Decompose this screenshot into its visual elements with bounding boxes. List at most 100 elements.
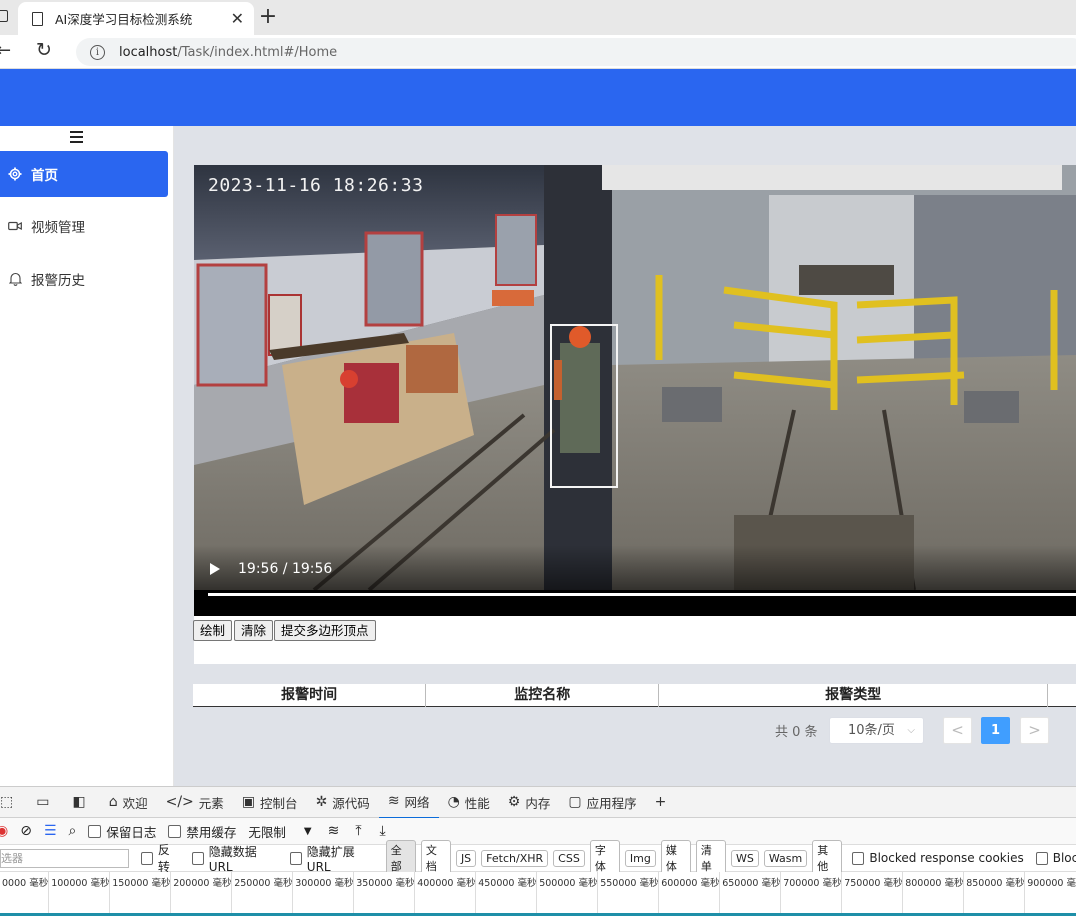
search-icon[interactable]: ⌕: [69, 823, 77, 839]
devtools-tab-label: 应用程序: [586, 795, 637, 811]
add-tab-icon[interactable]: +: [646, 786, 681, 818]
page-size-select[interactable]: 10条/页 ⌵: [829, 717, 924, 744]
devtools-tab-bar: ⬚ ▭ ◧ ⌂ 欢迎 </> 元素 ▣ 控制台 ✲ 源代码 ≋ 网络 ◔ 性能 ⚙ 内存 ▢ 应…: [0, 785, 1076, 819]
gear-icon: [8, 167, 22, 181]
play-icon[interactable]: [210, 563, 220, 575]
preserve-log-checkbox[interactable]: [88, 824, 102, 838]
info-icon[interactable]: i: [90, 44, 105, 60]
filter-chip-js[interactable]: JS: [455, 849, 477, 867]
document-icon: [32, 11, 43, 26]
filter-chip-ws[interactable]: WS: [731, 849, 759, 867]
invert-checkbox[interactable]: [140, 851, 153, 865]
timeline-tick: 350000 毫秒: [354, 872, 416, 913]
devtools-tab-network[interactable]: ≋ 网络: [378, 785, 439, 819]
hide-ext-url-checkbox[interactable]: [289, 851, 302, 865]
record-icon[interactable]: ◉: [0, 823, 8, 839]
blocked-requests-checkbox[interactable]: [1035, 851, 1048, 865]
new-tab-icon[interactable]: +: [258, 4, 278, 30]
devtools-tab-label: 内存: [525, 795, 551, 811]
submit-polygon-button[interactable]: 提交多边形顶点: [274, 620, 376, 641]
devtools-tab-application[interactable]: ▢ 应用程序: [559, 786, 645, 818]
inspect-icon[interactable]: ⬚: [0, 786, 27, 818]
filter-icon[interactable]: ☰: [44, 823, 57, 839]
timeline-tick: 450000 毫秒: [476, 872, 538, 913]
url-field[interactable]: i localhost/Task/index.html#/Home: [76, 38, 1076, 66]
video-progress-bar[interactable]: [208, 593, 1076, 596]
clear-log-icon[interactable]: ⊘: [20, 823, 32, 839]
filter-chip-manifest[interactable]: 清单: [695, 840, 726, 876]
timeline-tick: 550000 毫秒: [598, 872, 660, 913]
close-tab-icon[interactable]: ✕: [231, 9, 244, 28]
window-menu-icon[interactable]: [0, 10, 8, 22]
throttling-select[interactable]: 无限制: [248, 822, 286, 841]
timeline-tick: 700000 毫秒: [781, 872, 843, 913]
timeline-tick: 150000 毫秒: [110, 872, 172, 913]
chevron-down-icon: ⌵: [907, 725, 915, 736]
next-page-button[interactable]: >: [1020, 717, 1049, 744]
menu-toggle-icon[interactable]: [70, 131, 83, 143]
detection-box: [550, 324, 618, 488]
filter-input[interactable]: 选器: [0, 848, 129, 868]
column-alarm-type: 报警类型: [659, 684, 1049, 707]
sidebar-item-video-management[interactable]: 视频管理: [0, 203, 168, 249]
dock-icon[interactable]: ◧: [63, 786, 99, 818]
filter-chip-doc[interactable]: 文档: [420, 840, 451, 876]
import-har-icon[interactable]: ⤒: [355, 823, 361, 839]
wifi-icon: ≋: [387, 793, 400, 809]
draw-button[interactable]: 绘制: [193, 620, 233, 641]
page-size-value: 10条/页: [848, 723, 895, 738]
devtools-tab-label: 源代码: [332, 795, 370, 811]
filter-chip-fetch[interactable]: Fetch/XHR: [481, 849, 549, 867]
device-toggle-icon[interactable]: ▭: [27, 786, 63, 818]
clear-button[interactable]: 清除: [234, 620, 274, 641]
timeline-tick: 500000 毫秒: [537, 872, 599, 913]
window-icon: ▢: [568, 794, 582, 810]
sidebar-item-label: 首页: [31, 168, 58, 184]
blocked-requests-label: Bloc: [1052, 851, 1076, 865]
filter-chip-other[interactable]: 其他: [812, 840, 843, 876]
timeline-tick: 800000 毫秒: [903, 872, 965, 913]
hide-ext-url-label: 隐藏扩展 URL: [306, 844, 355, 874]
devtools-tab-label: 网络: [404, 794, 430, 810]
filter-chip-css[interactable]: CSS: [553, 849, 585, 867]
export-har-icon[interactable]: ⤓: [380, 823, 386, 839]
devtools-tab-label: 欢迎: [122, 795, 148, 811]
devtools-tab-sources[interactable]: ✲ 源代码: [307, 786, 379, 818]
disable-cache-label: 禁用缓存: [186, 824, 237, 840]
column-alarm-time: 报警时间: [193, 684, 427, 707]
hide-data-url-checkbox[interactable]: [191, 851, 204, 865]
filter-chip-all[interactable]: 全部: [385, 840, 416, 876]
alarm-table-header: 报警时间 监控名称 报警类型: [193, 684, 1076, 707]
devtools-tab-memory[interactable]: ⚙ 内存: [499, 786, 560, 818]
prev-page-button[interactable]: <: [943, 717, 972, 744]
page-number-current[interactable]: 1: [981, 717, 1010, 744]
column-monitor-name: 监控名称: [426, 684, 660, 707]
devtools-tab-elements[interactable]: </> 元素: [157, 786, 233, 818]
filter-chip-media[interactable]: 媒体: [660, 840, 691, 876]
timeline-tick: 900000 毫秒: [1025, 872, 1076, 913]
video-camera-icon: [8, 219, 22, 233]
timeline-tick: 100000 毫秒: [49, 872, 111, 913]
home-icon: ⌂: [108, 794, 118, 810]
reload-icon[interactable]: ↻: [36, 39, 52, 61]
network-conditions-icon[interactable]: ≋: [328, 823, 340, 839]
devtools-tab-console[interactable]: ▣ 控制台: [233, 786, 307, 818]
caret-down-icon[interactable]: ▼: [304, 826, 312, 837]
video-player[interactable]: 2023-11-16 18:26:33 19:56 / 19:56: [194, 165, 1076, 616]
timeline-tick: 850000 毫秒: [964, 872, 1026, 913]
devtools-tab-performance[interactable]: ◔ 性能: [439, 786, 499, 818]
bug-icon: ✲: [315, 794, 328, 810]
devtools-tab-welcome[interactable]: ⌂ 欢迎: [100, 786, 157, 818]
blocked-cookies-checkbox[interactable]: [852, 851, 865, 865]
disable-cache-checkbox[interactable]: [168, 824, 182, 838]
bell-icon: [8, 272, 22, 286]
filter-chip-font[interactable]: 字体: [589, 840, 620, 876]
video-progress-fill: [208, 593, 1076, 596]
sidebar-item-alarm-history[interactable]: 报警历史: [0, 256, 168, 302]
filter-chip-wasm[interactable]: Wasm: [763, 849, 808, 867]
sidebar-item-home[interactable]: 首页: [0, 151, 168, 197]
back-arrow-icon[interactable]: ←: [0, 40, 11, 61]
network-timeline[interactable]: 0000 毫秒 100000 毫秒 150000 毫秒 200000 毫秒 250000…: [0, 872, 1076, 916]
filter-chip-img[interactable]: Img: [624, 849, 656, 867]
browser-tab[interactable]: AI深度学习目标检测系统 ✕: [18, 2, 254, 35]
